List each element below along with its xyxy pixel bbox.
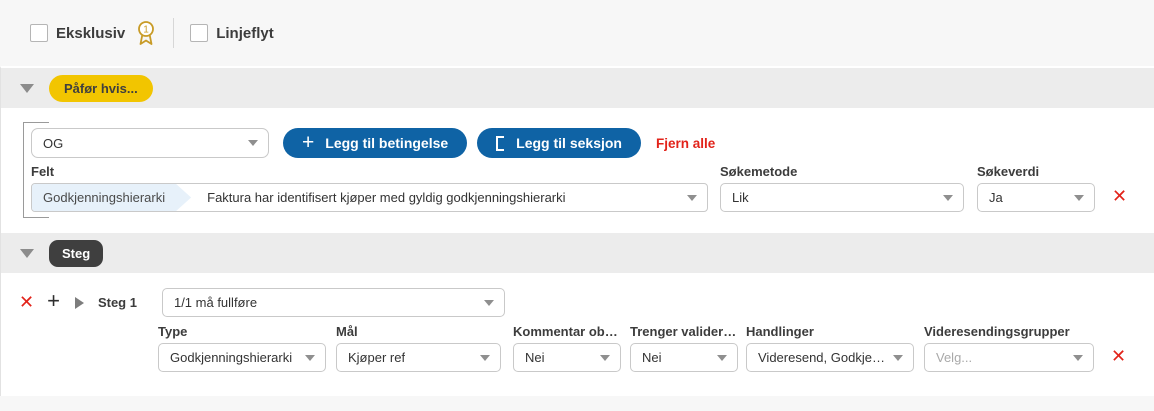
needs-validation-value: Nei	[642, 350, 662, 365]
collapse-conditions-icon[interactable]	[20, 84, 34, 93]
condition-operators-row: OG + Legg til betingelse Legg til seksjo…	[31, 128, 1154, 158]
section-bracket-icon	[496, 136, 504, 151]
forwarding-groups-group: Videresendingsgrupper Velg...	[924, 324, 1094, 372]
completion-value: 1/1 må fullføre	[174, 295, 257, 310]
topbar-divider	[173, 18, 174, 48]
field-dropdown[interactable]: Godkjenningshierarki Faktura har identif…	[31, 183, 708, 212]
collapse-steps-icon[interactable]	[20, 249, 34, 258]
comment-required-value: Nei	[525, 350, 545, 365]
needs-validation-dropdown[interactable]: Nei	[630, 343, 738, 372]
medal-icon: 1	[135, 20, 157, 47]
type-label: Type	[158, 324, 326, 339]
needs-validation-label: Trenger validering	[630, 324, 738, 339]
chevron-down-icon	[687, 195, 697, 201]
field-value: Faktura har identifisert kjøper med gyld…	[207, 190, 679, 205]
field-tag: Godkjenningshierarki	[32, 184, 191, 211]
forwarding-groups-dropdown[interactable]: Velg...	[924, 343, 1094, 372]
step-header-row: ✕ + Steg 1 1/1 må fullføre	[19, 288, 1154, 317]
remove-all-link[interactable]: Fjern alle	[656, 136, 715, 151]
search-method-dropdown[interactable]: Lik	[720, 183, 964, 212]
type-dropdown[interactable]: Godkjenningshierarki	[158, 343, 326, 372]
chevron-down-icon	[1073, 355, 1083, 361]
forwarding-groups-label: Videresendingsgrupper	[924, 324, 1094, 339]
steps-section-header: Steg	[1, 233, 1154, 273]
operator-dropdown[interactable]: OG	[31, 128, 269, 158]
needs-validation-group: Trenger validering Nei	[630, 324, 738, 372]
add-condition-button[interactable]: + Legg til betingelse	[283, 128, 467, 158]
chevron-down-icon	[1074, 195, 1084, 201]
steps-badge[interactable]: Steg	[49, 240, 103, 267]
type-value: Godkjenningshierarki	[170, 350, 292, 365]
exclusive-checkbox[interactable]	[30, 24, 48, 42]
conditions-section-body: OG + Legg til betingelse Legg til seksjo…	[1, 108, 1154, 233]
comment-required-label: Kommentar oblig...	[513, 324, 621, 339]
add-condition-label: Legg til betingelse	[325, 135, 448, 151]
remove-step-icon[interactable]: ✕	[19, 294, 34, 312]
completion-dropdown[interactable]: 1/1 må fullføre	[162, 288, 505, 317]
add-step-icon[interactable]: +	[47, 290, 60, 312]
conditions-section-header: Påfør hvis...	[1, 68, 1154, 108]
field-label: Felt	[31, 164, 708, 179]
comment-required-dropdown[interactable]: Nei	[513, 343, 621, 372]
target-value: Kjøper ref	[348, 350, 405, 365]
chevron-down-icon	[943, 195, 953, 201]
target-label: Mål	[336, 324, 501, 339]
search-value-dropdown[interactable]: Ja	[977, 183, 1095, 212]
chevron-down-icon	[484, 300, 494, 306]
actions-value: Videresend, Godkjen...	[758, 350, 885, 365]
exclusive-label: Eksklusiv	[56, 25, 125, 42]
steps-section-body: ✕ + Steg 1 1/1 må fullføre Type Godkjenn…	[1, 273, 1154, 396]
search-method-group: Søkemetode Lik	[720, 164, 964, 212]
actions-label: Handlinger	[746, 324, 914, 339]
topbar: Eksklusiv 1 Linjeflyt	[0, 0, 1154, 66]
search-value-value: Ja	[989, 190, 1003, 205]
search-value-label: Søkeverdi	[977, 164, 1095, 179]
search-value-group: Søkeverdi Ja	[977, 164, 1095, 212]
apply-if-badge[interactable]: Påfør hvis...	[49, 75, 153, 102]
rule-panel: Påfør hvis... OG + Legg til betingelse L…	[0, 66, 1154, 396]
remove-condition-icon[interactable]: ✕	[1112, 188, 1127, 206]
chevron-down-icon	[305, 355, 315, 361]
chevron-down-icon	[600, 355, 610, 361]
target-dropdown[interactable]: Kjøper ref	[336, 343, 501, 372]
condition-row: Felt Godkjenningshierarki Faktura har id…	[31, 164, 1154, 212]
add-section-label: Legg til seksjon	[516, 135, 622, 151]
add-section-button[interactable]: Legg til seksjon	[477, 128, 641, 158]
comment-required-group: Kommentar oblig... Nei	[513, 324, 621, 372]
target-group: Mål Kjøper ref	[336, 324, 501, 372]
actions-group: Handlinger Videresend, Godkjen...	[746, 324, 914, 372]
field-group: Felt Godkjenningshierarki Faktura har id…	[31, 164, 708, 212]
chevron-down-icon	[480, 355, 490, 361]
type-group: Type Godkjenningshierarki	[158, 324, 326, 372]
lineflow-checkbox[interactable]	[190, 24, 208, 42]
remove-step-row-icon[interactable]: ✕	[1111, 348, 1126, 366]
chevron-down-icon	[893, 355, 903, 361]
search-method-value: Lik	[732, 190, 749, 205]
step-name: Steg 1	[98, 295, 137, 310]
search-method-label: Søkemetode	[720, 164, 964, 179]
step-fields-row: Type Godkjenningshierarki Mål Kjøper ref…	[158, 324, 1154, 372]
play-icon[interactable]	[75, 297, 84, 309]
chevron-down-icon	[248, 140, 258, 146]
forwarding-groups-placeholder: Velg...	[936, 350, 972, 365]
svg-text:1: 1	[143, 24, 149, 35]
field-tag-wrap: Godkjenningshierarki	[32, 184, 191, 211]
lineflow-label: Linjeflyt	[216, 25, 274, 42]
plus-icon: +	[302, 132, 314, 153]
chevron-down-icon	[717, 355, 727, 361]
actions-dropdown[interactable]: Videresend, Godkjen...	[746, 343, 914, 372]
